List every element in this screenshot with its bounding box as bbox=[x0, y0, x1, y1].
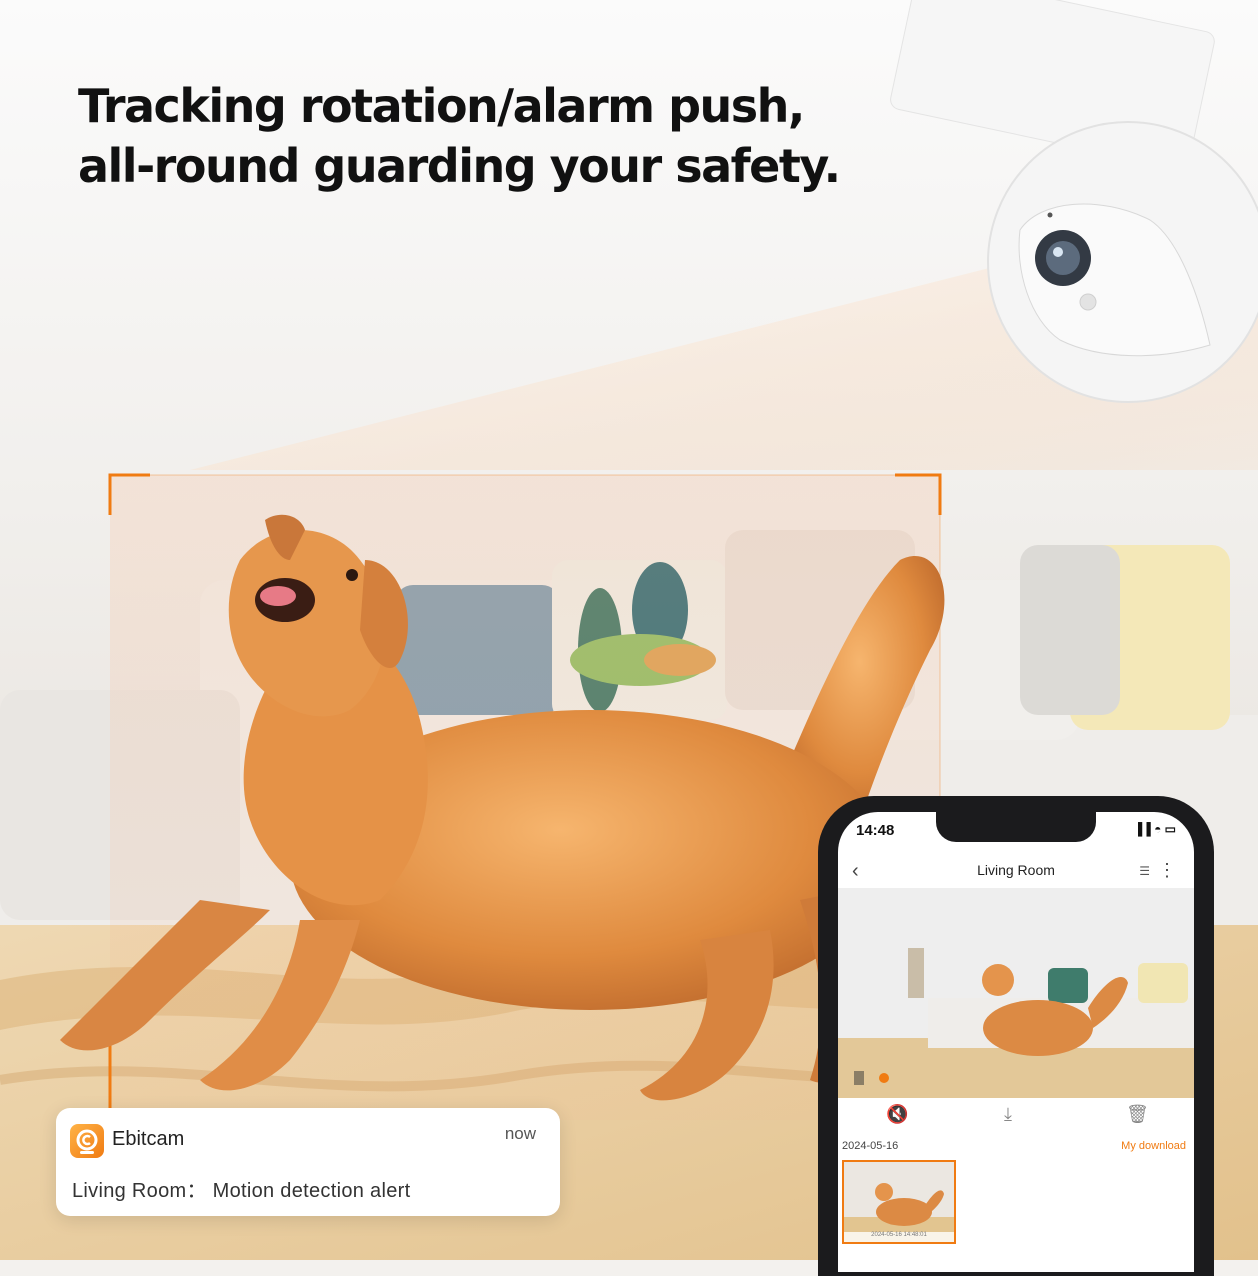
push-notification[interactable]: Ebitcam now Living Room： Motion detectio… bbox=[56, 1108, 560, 1216]
notification-app-name: Ebitcam bbox=[112, 1128, 185, 1150]
recording-date: 2024-05-16 bbox=[842, 1140, 899, 1152]
camera-sensor bbox=[1079, 293, 1097, 311]
notification-time: now bbox=[504, 1124, 536, 1143]
mute-icon[interactable]: 🔇 bbox=[886, 1104, 908, 1125]
smartphone: 14:48 ▐▐ ◓ ▭ ‹ Living Room ☰ ⋮ 🔇 ⤓ 🗑 202… bbox=[818, 796, 1214, 1276]
phone-notch bbox=[936, 812, 1096, 842]
download-icon[interactable]: ⤓ bbox=[1004, 1104, 1012, 1125]
recording-thumbnail[interactable]: 2024-05-16 14:48:01 bbox=[842, 1160, 956, 1244]
thumbnail-timestamp: 2024-05-16 14:48:01 bbox=[844, 1232, 954, 1242]
delete-icon[interactable]: 🗑 bbox=[1126, 1104, 1149, 1125]
status-icons: ▐▐ ◓ ▭ bbox=[1133, 822, 1176, 836]
more-icon[interactable]: ⋮ bbox=[1158, 860, 1176, 881]
my-download-link[interactable]: My download bbox=[1121, 1140, 1186, 1152]
headline-line-1: Tracking rotation/alarm push, bbox=[78, 79, 805, 133]
camera-mic bbox=[1047, 212, 1053, 218]
camera-lens-glare bbox=[1053, 247, 1063, 257]
headline-line-2: all-round guarding your safety. bbox=[78, 139, 841, 193]
notification-message: Living Room： Motion detection alert bbox=[72, 1180, 411, 1202]
equalizer-icon[interactable]: ☰ bbox=[1139, 864, 1150, 878]
live-video-feed[interactable] bbox=[838, 888, 1194, 1098]
gray-cushion bbox=[1020, 545, 1120, 715]
dog-tongue bbox=[260, 586, 296, 606]
headline: Tracking rotation/alarm push, all-round … bbox=[78, 76, 841, 196]
dog-eye bbox=[346, 569, 358, 581]
camera-lens bbox=[1046, 241, 1080, 275]
status-time: 14:48 bbox=[856, 822, 895, 839]
phone-screen: 14:48 ▐▐ ◓ ▭ ‹ Living Room ☰ ⋮ 🔇 ⤓ 🗑 202… bbox=[838, 812, 1194, 1272]
ebitcam-logo-icon bbox=[70, 1124, 104, 1158]
